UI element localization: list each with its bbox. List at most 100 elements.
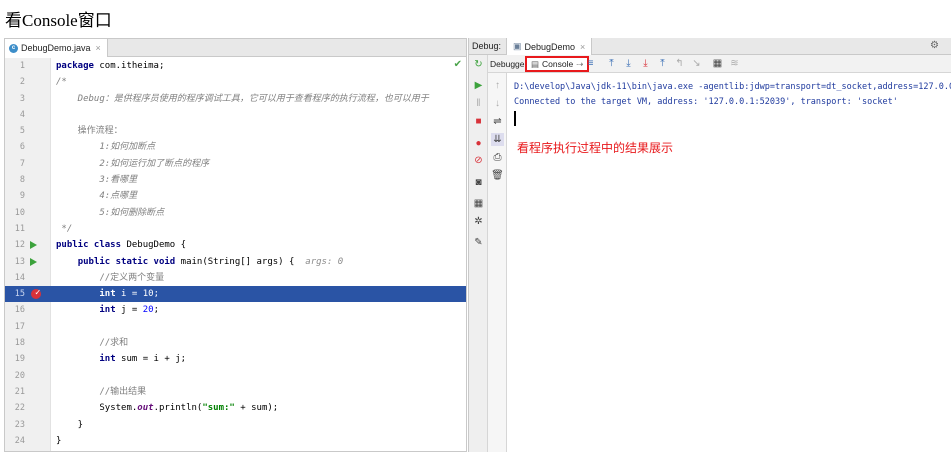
- code-line: 24}: [5, 433, 466, 449]
- evaluate-expression-icon[interactable]: ▦: [711, 57, 724, 70]
- settings-icon[interactable]: ✲: [472, 215, 485, 228]
- line-number: 9: [19, 191, 25, 202]
- trash-icon[interactable]: 🗑: [491, 169, 504, 182]
- debug-header: Debug: ▣ DebugDemo × ⚙: [469, 38, 951, 55]
- run-gutter-icon[interactable]: [30, 257, 37, 266]
- line-number: 13: [14, 256, 25, 267]
- line-number: 18: [14, 338, 25, 349]
- debug-subtabs: Debugger ▤ Console ⇢ ≡ ⤒ ⤓ ⤓ ⤒ ↰ ↘ ▦ ≋: [488, 55, 951, 73]
- layout-icon[interactable]: ▦: [472, 197, 485, 210]
- code-line: 2/*: [5, 74, 466, 90]
- line-number: 7: [19, 158, 25, 169]
- page-title: 看Console窗口: [5, 11, 112, 30]
- line-number: 4: [19, 109, 25, 120]
- tab-debugger[interactable]: Debugger: [490, 57, 527, 71]
- line-number: 10: [14, 207, 25, 218]
- step-into-icon[interactable]: ⤓: [639, 57, 652, 70]
- code-line: 6 1:如何加断点: [5, 139, 466, 155]
- line-number: 15: [14, 289, 25, 300]
- pause-icon[interactable]: ‖: [472, 97, 485, 110]
- annotation-text: 看程序执行过程中的结果展示: [517, 141, 674, 155]
- soft-wrap-icon[interactable]: ⇌: [491, 115, 504, 128]
- code-line: 12 public class DebugDemo {: [5, 237, 466, 253]
- code-line: 1 package com.itheima;: [5, 58, 466, 74]
- code-line: 23 }: [5, 417, 466, 433]
- code-lines[interactable]: 1 package com.itheima; 2/* 3 Debug：是供程序员使…: [5, 58, 466, 449]
- console-tab-label: Console: [542, 59, 574, 69]
- line-number: 2: [19, 77, 25, 88]
- code-line: 19 int sum = i + j;: [5, 351, 466, 367]
- print-icon[interactable]: ⎙: [491, 151, 504, 164]
- close-icon[interactable]: ×: [96, 43, 101, 53]
- editor-tab-bar: c DebugDemo.java ×: [5, 39, 466, 57]
- frames-menu-icon[interactable]: ≡: [584, 57, 597, 70]
- line-number: 20: [14, 370, 25, 381]
- down-arrow-icon[interactable]: ↓: [491, 97, 504, 110]
- code-editor[interactable]: c DebugDemo.java × ✔ 1 package com.itheim…: [4, 38, 467, 452]
- show-execution-point-icon[interactable]: ⤒: [605, 57, 618, 70]
- debug-label: Debug:: [472, 41, 502, 51]
- line-number: 24: [14, 435, 25, 446]
- gear-icon[interactable]: ⚙: [930, 40, 939, 51]
- line-number: 1: [19, 61, 25, 71]
- view-breakpoints-icon[interactable]: ●: [472, 137, 485, 150]
- run-gutter-icon[interactable]: [30, 241, 37, 250]
- editor-tab-label: DebugDemo.java: [21, 43, 91, 53]
- line-number: 22: [14, 403, 25, 414]
- line-number: 16: [14, 305, 25, 316]
- rerun-icon[interactable]: ↻: [472, 58, 485, 71]
- debug-side-toolbar: ↻ ▶ ‖ ■ ● ⊘ ◙ ▦ ✲ ✎: [469, 55, 488, 452]
- camera-icon[interactable]: ◙: [472, 176, 485, 189]
- close-icon[interactable]: ×: [580, 42, 585, 52]
- scroll-to-end-icon[interactable]: ⇊: [491, 133, 504, 146]
- tab-console[interactable]: ▤ Console ⇢: [525, 56, 590, 72]
- line-number: 23: [14, 419, 25, 430]
- code-line: 7 2:如何运行加了断点的程序: [5, 156, 466, 172]
- code-line: 13 public static void main(String[] args…: [5, 254, 466, 270]
- code-line: 11 */: [5, 221, 466, 237]
- console-line: D:\develop\Java\jdk-11\bin\java.exe -age…: [514, 82, 951, 92]
- code-line: 22 System.out.println("sum:" + sum);: [5, 400, 466, 416]
- text-cursor: [514, 111, 516, 126]
- stop-icon[interactable]: ■: [472, 115, 485, 128]
- step-over-icon[interactable]: ⤓: [622, 57, 635, 70]
- pin-icon[interactable]: ✎: [472, 236, 485, 249]
- code-line: 18 //求和: [5, 335, 466, 351]
- code-line: 16 int j = 20;: [5, 302, 466, 318]
- code-line: 10 5:如何删除断点: [5, 205, 466, 221]
- resume-icon[interactable]: ▶: [472, 79, 485, 92]
- trace-icon[interactable]: ≋: [728, 57, 741, 70]
- console-line: Connected to the target VM, address: '12…: [514, 97, 898, 107]
- mute-breakpoints-icon[interactable]: ⊘: [472, 154, 485, 167]
- debug-session-tab[interactable]: ▣ DebugDemo ×: [506, 38, 593, 55]
- code-line: 14 //定义两个变量: [5, 270, 466, 286]
- debug-tool-window[interactable]: Debug: ▣ DebugDemo × ⚙ ↻ ▶ ‖ ■ ● ⊘ ◙ ▦ ✲…: [468, 38, 951, 452]
- editor-tab-debugdemo[interactable]: c DebugDemo.java ×: [5, 39, 108, 57]
- console-output[interactable]: D:\develop\Java\jdk-11\bin\java.exe -age…: [507, 73, 951, 452]
- code-line: 20: [5, 368, 466, 384]
- breakpoint-check-icon: ✓: [35, 288, 41, 299]
- code-line: 3 Debug：是供程序员使用的程序调试工具，它可以用于查看程序的执行流程，也可…: [5, 91, 466, 107]
- line-number: 6: [19, 142, 25, 153]
- code-line: 8 3:看哪里: [5, 172, 466, 188]
- line-number: 8: [19, 175, 25, 186]
- code-line: 4: [5, 107, 466, 123]
- line-number: 21: [14, 386, 25, 397]
- code-line: 17: [5, 319, 466, 335]
- code-line: 5 操作流程：: [5, 123, 466, 139]
- force-step-into-icon[interactable]: ⤒: [656, 57, 669, 70]
- console-icon: ▤: [531, 58, 540, 69]
- session-icon: ▣: [513, 41, 522, 51]
- debug-session-label: DebugDemo: [524, 41, 576, 52]
- code-line: 21 //输出结果: [5, 384, 466, 400]
- code-line: 9 4:点哪里: [5, 188, 466, 204]
- line-number: 5: [19, 126, 25, 137]
- console-tab-arrow-icon: ⇢: [576, 58, 584, 69]
- up-arrow-icon[interactable]: ↑: [491, 79, 504, 92]
- line-number: 12: [14, 240, 25, 251]
- step-out-icon[interactable]: ↰: [673, 57, 686, 70]
- inline-debug-value: args: 0: [305, 256, 344, 267]
- run-to-cursor-icon[interactable]: ↘: [690, 57, 703, 70]
- java-class-icon: c: [9, 43, 18, 53]
- line-number: 11: [14, 223, 25, 234]
